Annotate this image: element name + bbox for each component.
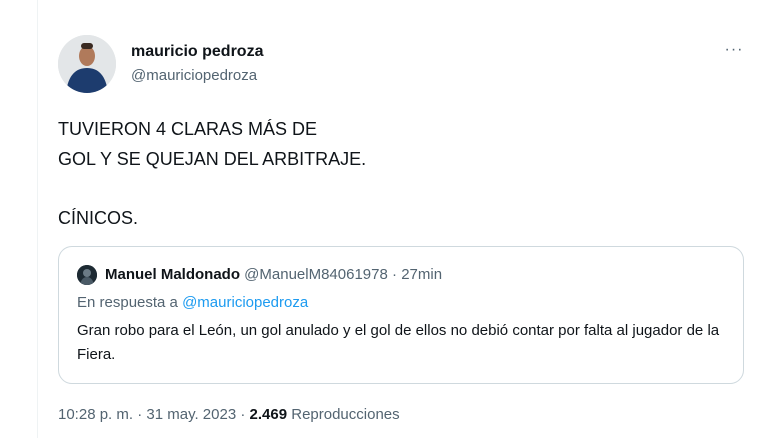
quoted-author-name[interactable]: Manuel Maldonado (105, 266, 240, 283)
author-avatar[interactable] (58, 35, 116, 93)
tweet-date[interactable]: 31 may. 2023 (146, 406, 236, 423)
quoted-header: Manuel Maldonado @ManuelM84061978 · 27mi… (105, 265, 442, 285)
tweet-text-line-1: TUVIERON 4 CLARAS MÁS DE (58, 119, 318, 139)
author-avatar-image (58, 35, 116, 93)
quoted-text: Gran robo para el León, un gol anulado y… (77, 322, 720, 363)
quoted-author-avatar-image (77, 265, 97, 285)
tweet-text-line-3: CÍNICOS. (58, 208, 139, 228)
footer-separator-2: · (236, 406, 250, 423)
tweet-footer: 10:28 p. m. · 31 may. 2023 · 2.469 Repro… (58, 405, 400, 425)
author-name[interactable]: mauricio pedroza (131, 43, 263, 61)
tweet-text-line-2: GOL Y SE QUEJAN DEL ARBITRAJE. (58, 149, 367, 169)
reply-prefix: En respuesta a (77, 294, 183, 311)
views-count: 2.469 (249, 406, 288, 423)
quoted-separator: · (387, 266, 402, 283)
tweet-time[interactable]: 10:28 p. m. (58, 406, 133, 423)
more-options-icon[interactable]: ··· (722, 40, 746, 60)
views-label: Reproducciones (291, 406, 400, 423)
footer-separator-1: · (133, 406, 147, 423)
quoted-tweet[interactable]: Manuel Maldonado @ManuelM84061978 · 27mi… (58, 246, 744, 384)
reply-to-link[interactable]: @mauriciopedroza (182, 294, 308, 311)
quoted-author-handle[interactable]: @ManuelM84061978 (244, 266, 388, 283)
quoted-time[interactable]: 27min (401, 266, 442, 283)
author-handle[interactable]: @mauriciopedroza (131, 67, 257, 84)
quoted-reply-context: En respuesta a @mauriciopedroza (77, 293, 308, 313)
quoted-author-avatar[interactable] (77, 265, 97, 285)
